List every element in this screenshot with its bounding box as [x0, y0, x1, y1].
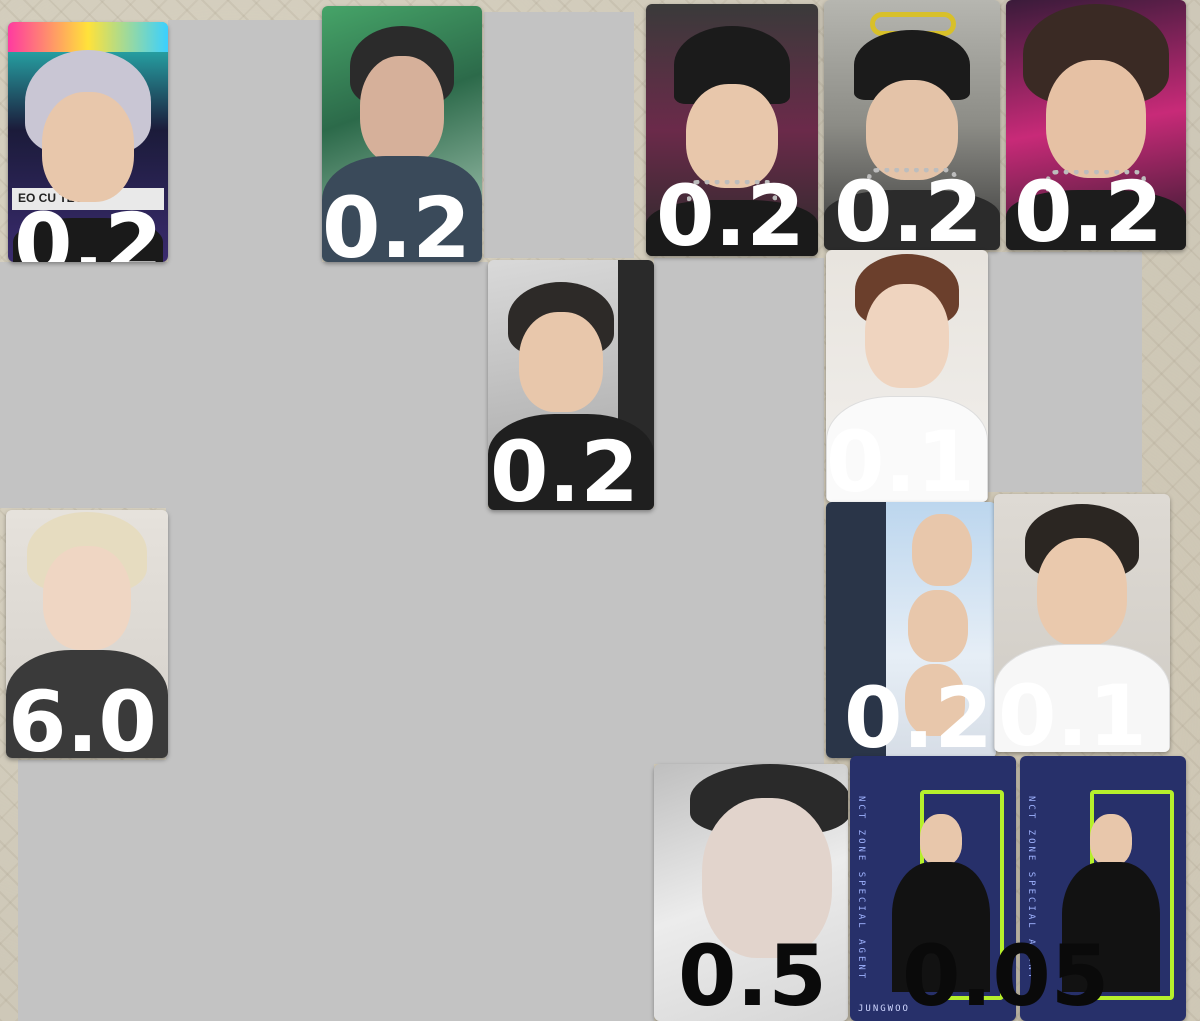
price-label: 0.1	[826, 413, 975, 502]
price-label: 0.05	[902, 927, 1110, 1021]
photocard: 0.2	[488, 260, 654, 510]
photocard: 0.2	[1006, 0, 1186, 250]
price-label: 0.2	[490, 423, 639, 510]
face	[360, 56, 444, 164]
face	[920, 814, 963, 866]
redacted-area	[988, 252, 1142, 492]
redacted-area	[18, 760, 654, 1021]
photocard: 0.1	[994, 494, 1170, 752]
face	[519, 312, 604, 412]
face	[908, 590, 969, 662]
photocard: 0.2	[824, 0, 1000, 250]
price-label: 0.2	[844, 669, 993, 758]
face	[1090, 814, 1133, 866]
price-label: 0.5	[678, 927, 827, 1021]
photocard: 0.5	[654, 764, 848, 1021]
price-label: 6.0	[8, 673, 157, 758]
photocard: 0.2	[646, 4, 818, 256]
face	[865, 284, 949, 388]
face	[911, 514, 972, 586]
redacted-area	[166, 508, 654, 760]
redacted-area	[654, 258, 824, 764]
price-label: 0.2	[14, 195, 163, 262]
price-label: 0.2	[834, 163, 983, 250]
agent-label: NCT ZONE SPECIAL AGENT	[856, 796, 866, 982]
photocard: 0.2	[826, 502, 996, 758]
price-label: 0.2	[656, 167, 805, 256]
face	[42, 92, 134, 202]
face	[1046, 60, 1146, 178]
face	[43, 546, 131, 650]
price-label: 0.1	[998, 667, 1147, 752]
price-label: 0.2	[322, 179, 471, 262]
redacted-area	[168, 20, 322, 262]
photocard: EO CU TECH 0.2	[8, 22, 168, 262]
photocard: 0.2	[322, 6, 482, 262]
photocard: 6.0	[6, 510, 168, 758]
face	[1037, 538, 1127, 646]
price-label: 0.2	[1014, 163, 1163, 250]
neon-banner	[8, 22, 168, 52]
redacted-area	[0, 262, 488, 508]
redacted-area	[484, 12, 634, 258]
photocard: 0.1	[826, 250, 988, 502]
